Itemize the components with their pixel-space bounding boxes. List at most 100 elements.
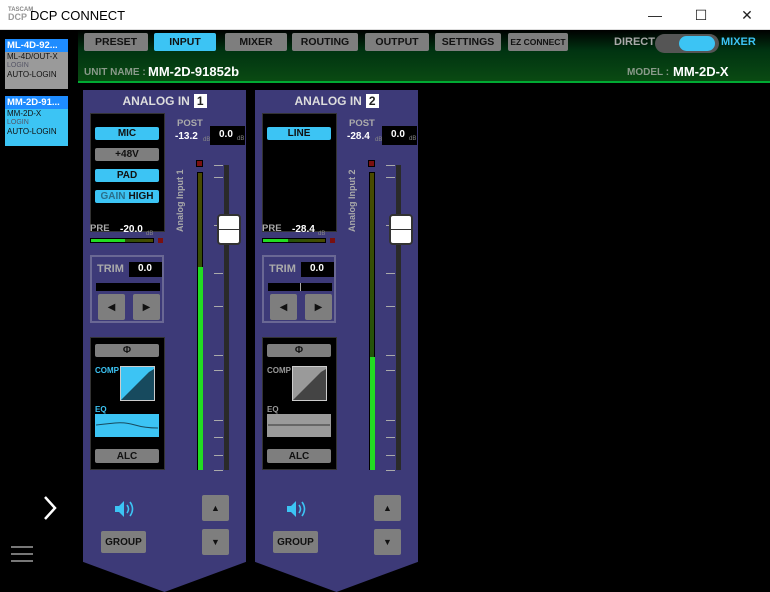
auto-login-label: AUTO-LOGIN [7, 70, 57, 79]
channel-title: ANALOG IN 2 [255, 94, 418, 108]
dynamics-box: Φ COMP EQ ALC [262, 337, 337, 470]
fader-scale-tick [386, 165, 395, 166]
fader-up-button[interactable]: ▲ [374, 495, 401, 521]
fader-track[interactable] [396, 165, 401, 470]
fader-knob-line [219, 229, 239, 231]
unit-name-value: MM-2D-91852b [148, 64, 240, 79]
channel-meter-fill [370, 356, 375, 470]
alc-button[interactable]: ALC [95, 449, 159, 463]
fader-knob[interactable] [217, 214, 241, 246]
trim-box: TRIM 0.0 ◀ ▶ [262, 255, 336, 323]
fader-scale-tick [214, 273, 223, 274]
trim-box: TRIM 0.0 ◀ ▶ [90, 255, 164, 323]
tab-output[interactable]: OUTPUT [365, 33, 429, 51]
fader-scale-tick [214, 437, 223, 438]
alc-button[interactable]: ALC [267, 449, 331, 463]
tab-routing[interactable]: ROUTING [292, 33, 358, 51]
fader-up-button[interactable]: ▲ [202, 495, 229, 521]
tab-settings[interactable]: SETTINGS [435, 33, 501, 51]
channel-name-label: Analog Input 1 [175, 169, 185, 233]
mode-toggle[interactable] [655, 34, 719, 53]
model-label: MODEL : [627, 67, 670, 78]
fader-value-box[interactable]: 0.0 dB [382, 126, 417, 145]
maximize-button[interactable]: ☐ [678, 0, 724, 30]
fader-scale-tick [386, 470, 395, 471]
group-button[interactable]: GROUP [101, 531, 146, 553]
pre-label: PRE [262, 223, 282, 234]
tab-input[interactable]: INPUT [154, 33, 216, 51]
pre-unit: dB [146, 231, 154, 237]
fader-scale-tick [386, 370, 395, 371]
post-value: -13.2 [175, 131, 198, 142]
group-button[interactable]: GROUP [273, 531, 318, 553]
channel-number: 2 [365, 94, 379, 108]
channel-number: 1 [193, 94, 207, 108]
fader-scale-tick [214, 470, 223, 471]
unit-name-label: UNIT NAME : [84, 67, 146, 78]
tab-mixer[interactable]: MIXER [225, 33, 287, 51]
phase-button[interactable]: Φ [95, 344, 159, 357]
fader-value-box[interactable]: 0.0 dB [210, 126, 245, 145]
fader-down-button[interactable]: ▼ [374, 529, 401, 555]
channel-strip-2: ANALOG IN 2 LINE POST -28.4 dB 0.0 dB Analog Inp… [255, 90, 418, 592]
gain-label: GAIN [100, 191, 126, 202]
eq-label: EQ [95, 405, 107, 414]
minimize-button[interactable]: — [632, 0, 678, 30]
fader-scale-tick [386, 177, 395, 178]
fader-unit: dB [237, 136, 245, 142]
window-title: DCP CONNECT [30, 8, 126, 23]
tab-preset[interactable]: PRESET [84, 33, 148, 51]
trim-left-button[interactable]: ◀ [270, 294, 297, 320]
button-line[interactable]: LINE [267, 127, 331, 140]
fader-track[interactable] [224, 165, 229, 470]
header: DIRECT MIXER UNIT NAME : MM-2D-91852b MO… [78, 30, 770, 83]
trim-bar[interactable] [96, 283, 160, 291]
comp-graph[interactable] [292, 366, 327, 401]
fader-scale-tick [386, 420, 395, 421]
comp-graph[interactable] [120, 366, 155, 401]
eq-graph[interactable] [267, 414, 331, 437]
post-label: POST [177, 118, 203, 129]
trim-value-box[interactable]: 0.0 [129, 262, 162, 277]
dynamics-box: Φ COMP EQ ALC [90, 337, 165, 470]
device-name: ML-4D-92... [5, 39, 68, 52]
pre-value: -20.0 [120, 224, 143, 235]
pre-meter-fill [263, 239, 288, 242]
post-value: -28.4 [347, 131, 370, 142]
fader-knob[interactable] [389, 214, 413, 246]
eq-graph[interactable] [95, 414, 159, 437]
fader-down-button[interactable]: ▼ [202, 529, 229, 555]
chevron-right-icon[interactable] [42, 495, 58, 521]
device-card-selected[interactable]: MM-2D-91... MM-2D-X LOGIN AUTO-LOGIN [5, 96, 68, 146]
trim-right-button[interactable]: ▶ [133, 294, 160, 320]
mode-mixer-label: MIXER [721, 36, 756, 48]
mode-direct-label: DIRECT [614, 36, 655, 48]
hamburger-menu-icon[interactable] [11, 545, 33, 563]
device-name: MM-2D-91... [5, 96, 68, 109]
pre-unit: dB [318, 231, 326, 237]
login-label: LOGIN [7, 62, 29, 69]
device-model: MM-2D-X [7, 109, 42, 118]
button-48v[interactable]: +48V [95, 148, 159, 161]
button-mic[interactable]: MIC [95, 127, 159, 140]
pre-value: -28.4 [292, 224, 315, 235]
input-settings-box: LINE [262, 113, 337, 232]
fader-value: 0.0 [219, 129, 233, 140]
comp-label: COMP [95, 366, 119, 375]
channel-strip-1: ANALOG IN 1 MIC +48V PAD GAIN HIGH POST -13.2 dB 0… [83, 90, 246, 592]
channel-name-label: Analog Input 2 [347, 169, 357, 233]
button-gain[interactable]: GAIN HIGH [95, 190, 159, 203]
trim-value-box[interactable]: 0.0 [301, 262, 334, 277]
trim-right-button[interactable]: ▶ [305, 294, 332, 320]
login-label: LOGIN [7, 119, 29, 126]
fader-value: 0.0 [391, 129, 405, 140]
input-settings-box: MIC +48V PAD GAIN HIGH [90, 113, 165, 232]
device-card[interactable]: ML-4D-92... ML-4D/OUT-X LOGIN AUTO-LOGIN [5, 39, 68, 89]
clip-indicator [196, 160, 203, 167]
trim-left-button[interactable]: ◀ [98, 294, 125, 320]
tab-ez-connect[interactable]: EZ CONNECT [508, 33, 568, 51]
button-pad[interactable]: PAD [95, 169, 159, 182]
phase-button[interactable]: Φ [267, 344, 331, 357]
fader-scale-tick [386, 273, 395, 274]
close-button[interactable]: ✕ [724, 0, 770, 30]
